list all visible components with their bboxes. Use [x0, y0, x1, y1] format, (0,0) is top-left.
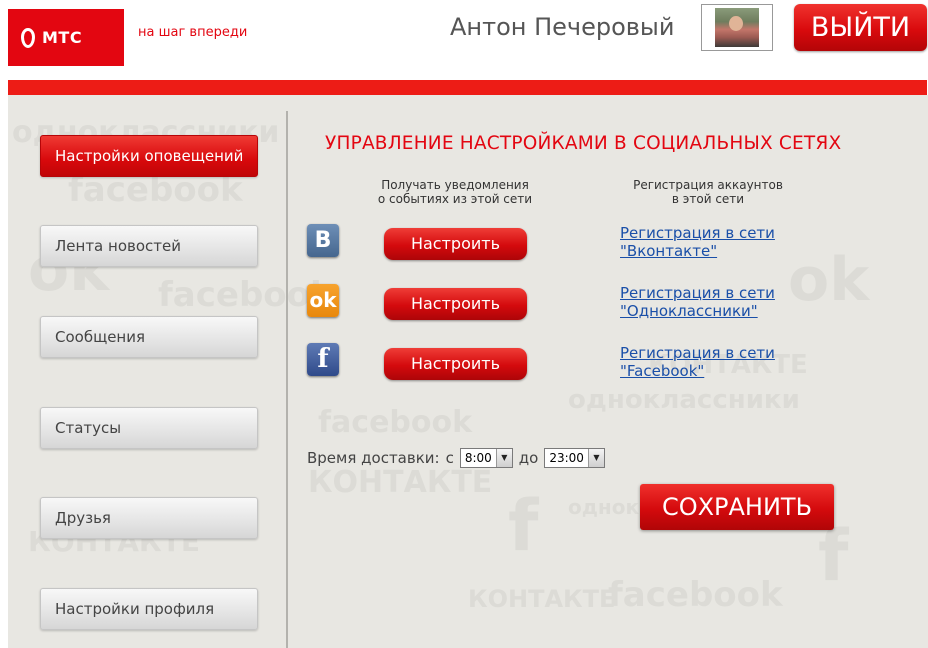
delivery-to-label: до [519, 449, 539, 467]
header-divider [8, 80, 927, 95]
register-facebook-link[interactable]: Регистрация в сети "Facebook" [620, 344, 810, 380]
register-vk-link[interactable]: Регистрация в сети "Вконтакте" [620, 224, 810, 260]
register-vk-link-line2: "Вконтакте" [620, 242, 810, 260]
register-odnoklassniki-link-line2: "Одноклассники" [620, 302, 810, 320]
column-header-registration-line1: Регистрация аккаунтов [613, 178, 803, 192]
slogan: на шаг впереди [138, 25, 247, 40]
delivery-from-select[interactable]: 8:00 ▼ [460, 448, 513, 468]
delivery-time: Время доставки: с 8:00 ▼ до 23:00 ▼ [307, 448, 611, 468]
sidebar-item-friends[interactable]: Друзья [40, 497, 258, 539]
sidebar-item-messages[interactable]: Сообщения [40, 316, 258, 358]
delivery-to-select[interactable]: 23:00 ▼ [544, 448, 605, 468]
chevron-down-icon: ▼ [588, 449, 604, 467]
register-odnoklassniki-link-line1: Регистрация в сети [620, 284, 810, 302]
mts-logo[interactable]: МТС [8, 9, 124, 66]
avatar-photo [715, 8, 759, 47]
mts-egg-icon [21, 28, 35, 48]
column-header-registration-line2: в этой сети [613, 192, 803, 206]
vertical-divider [286, 111, 288, 648]
register-facebook-link-line1: Регистрация в сети [620, 344, 810, 362]
facebook-icon: f [307, 343, 339, 376]
sidebar-item-statuses[interactable]: Статусы [40, 407, 258, 449]
delivery-time-label: Время доставки: [307, 449, 440, 467]
sidebar-item-profile-settings[interactable]: Настройки профиля [40, 588, 258, 630]
logout-button[interactable]: ВЫЙТИ [794, 4, 927, 51]
column-header-notifications-line2: о событиях из этой сети [360, 192, 550, 206]
avatar[interactable] [701, 4, 773, 51]
sidebar-item-news-feed[interactable]: Лента новостей [40, 225, 258, 267]
configure-vk-button[interactable]: Настроить [384, 228, 527, 260]
vk-icon: B [307, 224, 339, 257]
register-vk-link-line1: Регистрация в сети [620, 224, 810, 242]
content-area: одноклассники facebook facebook facebook… [8, 95, 928, 648]
column-header-registration: Регистрация аккаунтов в этой сети [613, 178, 803, 206]
column-header-notifications-line1: Получать уведомления [360, 178, 550, 192]
column-header-notifications: Получать уведомления о событиях из этой … [360, 178, 550, 206]
chevron-down-icon: ▼ [496, 449, 512, 467]
page-title: УПРАВЛЕНИЕ НАСТРОЙКАМИ В СОЦИАЛЬНЫХ СЕТЯ… [325, 133, 841, 154]
register-odnoklassniki-link[interactable]: Регистрация в сети "Одноклассники" [620, 284, 810, 320]
delivery-to-value: 23:00 [545, 451, 588, 465]
save-button[interactable]: СОХРАНИТЬ [640, 484, 834, 530]
sidebar-item-notifications[interactable]: Настройки оповещений [40, 135, 258, 177]
register-facebook-link-line2: "Facebook" [620, 362, 810, 380]
delivery-from-value: 8:00 [461, 451, 496, 465]
brand-name: МТС [42, 28, 82, 47]
user-name: Антон Печеровый [450, 13, 674, 41]
configure-odnoklassniki-button[interactable]: Настроить [384, 288, 527, 320]
odnoklassniki-icon: ok [307, 284, 339, 317]
delivery-from-label: с [446, 449, 454, 467]
configure-facebook-button[interactable]: Настроить [384, 348, 527, 380]
